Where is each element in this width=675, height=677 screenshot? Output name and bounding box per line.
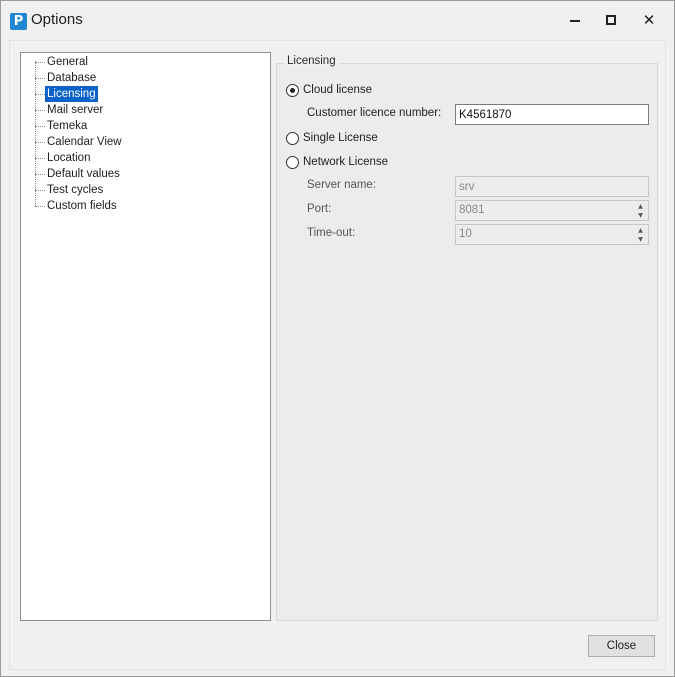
tree-item-calendar-view[interactable]: Calendar View [35,134,235,150]
tree-item-label[interactable]: Test cycles [45,182,105,198]
spin-up-icon[interactable]: ▲ [634,202,647,210]
close-window-button[interactable]: ✕ [631,1,667,39]
tree-item-temeka[interactable]: Temeka [35,118,235,134]
minimize-icon [570,20,580,22]
tree-item-label[interactable]: Location [45,150,92,166]
options-content: General Database Licensing Mail server T… [9,40,666,670]
tree-item-label[interactable]: Mail server [45,102,105,118]
spin-up-icon[interactable]: ▲ [634,226,647,234]
maximize-button[interactable] [593,1,629,39]
single-license-radio[interactable]: Single License [286,130,378,146]
tree-item-licensing[interactable]: Licensing [35,86,235,102]
minimize-button[interactable] [557,1,593,39]
customer-licence-label: Customer licence number: [307,107,442,119]
licensing-group-box [276,63,658,621]
cloud-license-radio[interactable]: Cloud license [286,82,372,98]
tree-item-label[interactable]: Database [45,70,98,86]
radio-checked-icon[interactable] [286,83,299,97]
tree-item-database[interactable]: Database [35,70,235,86]
timeout-label: Time-out: [307,227,356,239]
tree-item-location[interactable]: Location [35,150,235,166]
customer-licence-input[interactable] [455,104,649,125]
tree-item-label[interactable]: Default values [45,166,122,182]
timeout-stepper[interactable]: 10 ▲ ▼ [455,224,649,245]
close-icon: ✕ [642,11,656,29]
server-name-input[interactable] [455,176,649,197]
tree-item-label[interactable]: Calendar View [45,134,124,150]
tree-item-label-selected[interactable]: Licensing [45,86,98,102]
tree-item-mail-server[interactable]: Mail server [35,102,235,118]
server-name-label: Server name: [307,179,377,191]
tree-item-test-cycles[interactable]: Test cycles [35,182,235,198]
port-value: 8081 [459,204,485,216]
tree-item-general[interactable]: General [35,54,235,70]
tree-item-custom-fields[interactable]: Custom fields [35,198,235,214]
window-title: Options [31,11,83,28]
port-stepper[interactable]: 8081 ▲ ▼ [455,200,649,221]
options-window: P Options ✕ General Database Licensing M… [0,0,675,677]
network-license-radio[interactable]: Network License [286,154,388,170]
maximize-icon [606,15,616,25]
tree-item-label[interactable]: General [45,54,90,70]
radio-unchecked-icon[interactable] [286,155,299,169]
timeout-value: 10 [459,228,472,240]
single-license-label[interactable]: Single License [303,132,378,144]
tree-item-label[interactable]: Temeka [45,118,89,134]
spin-down-icon[interactable]: ▼ [634,235,647,243]
title-bar[interactable]: P Options ✕ [1,1,674,39]
app-logo-icon: P [10,13,27,30]
cloud-license-label[interactable]: Cloud license [303,84,372,96]
network-license-label[interactable]: Network License [303,156,388,168]
close-button[interactable]: Close [588,635,655,657]
tree-item-label[interactable]: Custom fields [45,198,119,214]
tree-item-default-values[interactable]: Default values [35,166,235,182]
spin-down-icon[interactable]: ▼ [634,211,647,219]
licensing-group-title: Licensing [284,55,339,67]
port-label: Port: [307,203,332,215]
radio-unchecked-icon[interactable] [286,131,299,145]
options-tree[interactable]: General Database Licensing Mail server T… [20,52,271,621]
